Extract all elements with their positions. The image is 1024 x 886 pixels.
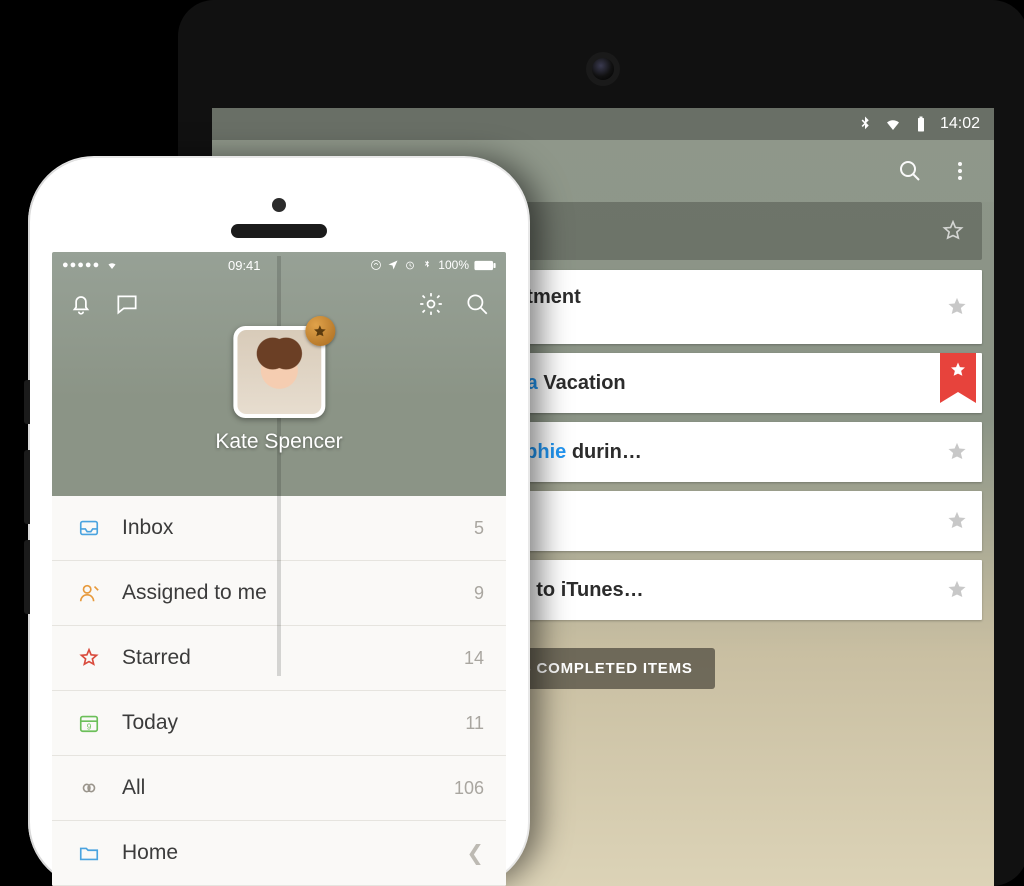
list-row-home[interactable]: Home❮ — [52, 821, 506, 886]
search-icon[interactable] — [464, 291, 490, 317]
list-label: Assigned to me — [122, 581, 474, 605]
search-icon[interactable] — [898, 159, 922, 183]
android-time: 14:02 — [940, 115, 980, 133]
tablet-camera — [592, 58, 614, 80]
phone-device: ●●●●● 09:41 100% — [30, 158, 528, 886]
star-icon — [78, 647, 100, 669]
star-icon[interactable] — [946, 296, 968, 318]
bluetooth-icon — [421, 259, 433, 271]
list-label: Inbox — [122, 516, 474, 540]
phone-volume-down — [24, 540, 30, 614]
avatar-image — [237, 330, 321, 414]
list-count: 14 — [464, 648, 484, 669]
ios-time: 09:41 — [118, 258, 370, 273]
location-icon — [387, 259, 399, 271]
list-label: Starred — [122, 646, 464, 670]
list-label: Today — [122, 711, 465, 735]
star-icon — [312, 324, 327, 339]
phone-volume-up — [24, 450, 30, 524]
alarm-icon — [404, 259, 416, 271]
list-row-all[interactable]: All106 — [52, 756, 506, 821]
bell-icon[interactable] — [68, 291, 94, 317]
android-status-bar: 14:02 — [212, 108, 994, 140]
star-icon[interactable] — [946, 510, 968, 532]
list-row-today[interactable]: 9 Today11 — [52, 691, 506, 756]
infinity-icon — [78, 777, 100, 799]
orientation-lock-icon — [370, 259, 382, 271]
battery-percent: 100% — [438, 258, 469, 272]
phone-speaker — [231, 224, 327, 238]
list-count: 9 — [474, 583, 484, 604]
profile-section[interactable]: Kate Spencer — [215, 326, 342, 454]
background-tower-faint — [277, 256, 281, 676]
calendar-icon: 9 — [78, 712, 100, 734]
pro-badge — [305, 316, 335, 346]
inbox-icon — [78, 517, 100, 539]
user-name: Kate Spencer — [215, 430, 342, 454]
more-icon[interactable] — [948, 159, 972, 183]
signal-dots-icon: ●●●●● — [62, 259, 100, 271]
chat-icon[interactable] — [114, 291, 140, 317]
star-icon[interactable] — [946, 441, 968, 463]
chevron-left-icon: ❮ — [466, 841, 484, 866]
star-outline-icon[interactable] — [942, 220, 964, 242]
star-icon[interactable] — [946, 579, 968, 601]
phone-mute-switch — [24, 380, 30, 424]
star-icon — [949, 361, 967, 379]
avatar[interactable] — [233, 326, 325, 418]
list-count: 5 — [474, 518, 484, 539]
phone-screen: ●●●●● 09:41 100% — [52, 252, 506, 886]
battery-icon — [912, 115, 930, 133]
phone-camera — [272, 198, 286, 212]
svg-text:9: 9 — [87, 722, 92, 731]
wifi-icon — [106, 259, 118, 271]
star-ribbon[interactable] — [940, 353, 976, 403]
list-label: Home — [122, 841, 466, 865]
list-count: 11 — [465, 713, 484, 734]
battery-icon — [474, 260, 496, 271]
phone-header: ●●●●● 09:41 100% — [52, 252, 506, 496]
bluetooth-icon — [856, 115, 874, 133]
folder-icon — [78, 842, 100, 864]
list-count: 106 — [454, 778, 484, 799]
list-label: All — [122, 776, 454, 800]
person-icon — [78, 582, 100, 604]
gear-icon[interactable] — [418, 291, 444, 317]
wifi-icon — [884, 115, 902, 133]
